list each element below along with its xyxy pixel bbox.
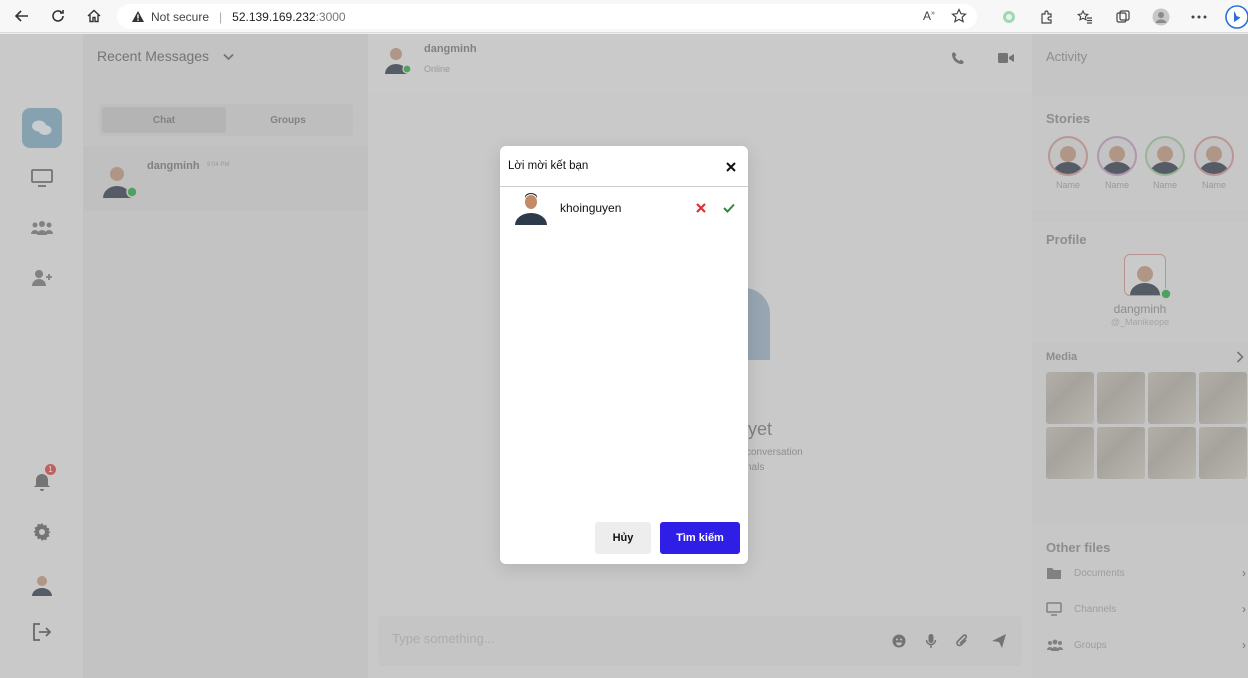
read-aloud-icon[interactable]: A» bbox=[923, 9, 935, 23]
close-icon bbox=[726, 162, 736, 172]
close-icon bbox=[696, 203, 706, 213]
home-button[interactable] bbox=[76, 0, 112, 33]
modal-header: Lời mời kết bạn bbox=[500, 146, 748, 187]
refresh-icon bbox=[52, 10, 64, 22]
refresh-button[interactable] bbox=[40, 0, 76, 33]
address-separator: | bbox=[219, 9, 223, 24]
arrow-left-icon bbox=[14, 10, 28, 22]
collections-icon[interactable] bbox=[1104, 0, 1142, 33]
favorites-list-icon[interactable] bbox=[1066, 0, 1104, 33]
home-icon bbox=[87, 9, 101, 23]
favorite-star-icon[interactable] bbox=[951, 8, 967, 27]
profile-avatar-icon[interactable] bbox=[1142, 0, 1180, 33]
bing-icon[interactable] bbox=[1218, 0, 1248, 33]
browser-toolbar: Not secure | 52.139.169.232:3000 A» bbox=[0, 0, 1248, 33]
extension-icon[interactable] bbox=[990, 0, 1028, 33]
search-button[interactable]: Tìm kiếm bbox=[660, 522, 740, 554]
reject-request-button[interactable] bbox=[692, 199, 710, 217]
url-host: 52.139.169.232 bbox=[232, 9, 316, 24]
accept-request-button[interactable] bbox=[720, 199, 738, 217]
modal-title: Lời mời kết bạn bbox=[508, 160, 589, 172]
avatar bbox=[514, 191, 548, 225]
friend-request-item: khoinguyen bbox=[500, 190, 748, 226]
address-bar[interactable]: Not secure | 52.139.169.232:3000 A» bbox=[117, 4, 977, 29]
more-menu-icon[interactable] bbox=[1180, 0, 1218, 33]
check-icon bbox=[723, 203, 735, 213]
security-label: Not secure bbox=[151, 9, 210, 24]
url-port: :3000 bbox=[315, 9, 346, 24]
back-button[interactable] bbox=[4, 0, 40, 33]
puzzle-icon[interactable] bbox=[1028, 0, 1066, 33]
friend-requests-modal: Lời mời kết bạn khoinguyen Hủy Tìm kiếm bbox=[500, 146, 748, 564]
close-button[interactable] bbox=[722, 158, 740, 176]
warning-icon bbox=[131, 10, 145, 24]
cancel-button[interactable]: Hủy bbox=[595, 522, 651, 554]
friend-request-name: khoinguyen bbox=[560, 201, 622, 215]
